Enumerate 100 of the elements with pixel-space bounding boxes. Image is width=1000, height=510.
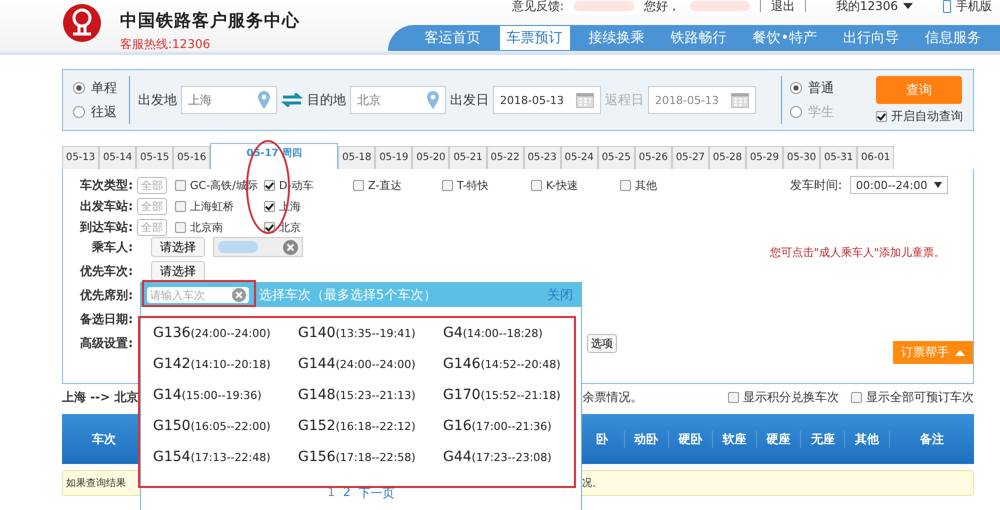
blurred-block xyxy=(218,241,258,253)
hotline-text: 客服热线:12306 xyxy=(120,36,212,53)
origin-field[interactable]: 上海 xyxy=(181,86,277,114)
filter-label: 出发车站: xyxy=(79,198,133,214)
blurred-block xyxy=(690,1,750,11)
column-header: 备注 xyxy=(888,430,974,448)
column-header: 卧 xyxy=(595,430,610,448)
date-tab[interactable]: 05-27 xyxy=(672,146,709,169)
site-title: 中国铁路客户服务中心 xyxy=(120,10,300,32)
select-train-button[interactable]: 请选择 xyxy=(151,261,205,281)
header-text: 您好， xyxy=(644,0,680,14)
display-option-checkbox[interactable]: 显示全部可预订车次 xyxy=(851,388,974,406)
filter-checkbox[interactable]: 其他 xyxy=(620,178,709,192)
date-tab[interactable]: 06-01 xyxy=(857,146,894,169)
location-pin-icon xyxy=(258,91,270,109)
date-tab[interactable]: 05-21 xyxy=(449,146,486,169)
train-option[interactable]: G170(15:52--21:18) xyxy=(443,387,583,403)
filter-label: 发车时间: xyxy=(790,176,842,194)
filter-checkbox[interactable]: 北京 xyxy=(264,220,353,234)
route-text: 上海 --> 北京 xyxy=(62,388,138,406)
column-header: 无座 xyxy=(800,430,844,448)
clear-icon[interactable] xyxy=(283,240,298,254)
filter-label: 优先席别: xyxy=(78,286,133,304)
display-option-checkbox[interactable]: 显示积分兑换车次 xyxy=(728,388,839,406)
caret-icon xyxy=(934,182,942,188)
select-passenger-button[interactable]: 请选择 xyxy=(151,237,205,257)
nav-item[interactable]: 车票预订 xyxy=(500,26,570,50)
train-option[interactable]: G156(17:18--22:58) xyxy=(298,449,443,465)
train-option[interactable]: G44(17:23--23:08) xyxy=(443,449,583,465)
notice-text: 况。 xyxy=(582,477,602,490)
date-tab[interactable]: 05-31 xyxy=(820,146,858,169)
train-option[interactable]: G144(24:00--24:00) xyxy=(298,356,443,372)
filter-checkbox[interactable]: 北京南 xyxy=(175,220,264,234)
next-page-link[interactable]: 下一页 xyxy=(358,485,395,502)
train-option[interactable]: G146(14:52--20:48) xyxy=(443,356,583,372)
clear-icon[interactable] xyxy=(232,288,246,302)
date-tab[interactable]: 05-18 xyxy=(338,146,376,169)
swap-icon[interactable] xyxy=(281,93,303,107)
train-option[interactable]: G140(13:35--19:41) xyxy=(298,325,443,341)
filter-label: 优先车次: xyxy=(78,262,133,280)
filter-label: 备选日期: xyxy=(79,310,133,328)
filter-checkbox[interactable]: Z-直达 xyxy=(353,178,442,192)
filter-checkbox[interactable]: T-特快 xyxy=(442,178,531,192)
result-note: 余票情况。 xyxy=(582,388,642,406)
date-tab[interactable]: 05-28 xyxy=(708,146,746,169)
notice-text: 如果查询结果 xyxy=(66,476,126,490)
field-label: 出发地 xyxy=(138,92,177,109)
date-tab[interactable]: 05-25 xyxy=(598,146,635,169)
popup-title: 选择车次（最多选择5个车次） xyxy=(259,287,436,304)
date-tab[interactable]: 05-29 xyxy=(746,146,783,169)
train-option[interactable]: G136(24:00--24:00) xyxy=(153,325,298,341)
caret-icon xyxy=(903,3,913,9)
field-label: 返程日 xyxy=(605,92,644,109)
calendar-icon xyxy=(731,92,749,108)
auto-query-checkbox[interactable]: 开启自动查询 xyxy=(876,108,963,124)
train-option[interactable]: G154(17:13--22:48) xyxy=(153,449,298,465)
train-option[interactable]: G142(14:10--20:18) xyxy=(153,356,298,372)
train-option[interactable]: G14(15:00--19:36) xyxy=(153,387,298,403)
train-option[interactable]: G148(15:23--21:13) xyxy=(298,387,443,403)
train-option[interactable]: G150(16:05--22:00) xyxy=(153,418,298,434)
column-header: 硬座 xyxy=(756,430,800,448)
date-tab[interactable]: 05-20 xyxy=(412,146,450,169)
filter-checkbox[interactable]: K-快速 xyxy=(531,178,620,192)
date-tab[interactable]: 05-16 xyxy=(173,146,210,169)
date-tab[interactable]: 05-26 xyxy=(634,146,672,169)
filter-checkbox[interactable]: 上海虹桥 xyxy=(175,198,264,214)
location-pin-icon xyxy=(427,91,439,109)
column-header: 软座 xyxy=(712,430,756,448)
date-tab[interactable]: 05-13 xyxy=(62,146,100,169)
filter-label: 高级设置: xyxy=(79,334,133,352)
column-header: 动卧 xyxy=(624,430,668,448)
date-tab[interactable]: 05-23 xyxy=(524,146,561,169)
date-tab[interactable]: 05-24 xyxy=(560,146,598,169)
column-header: 车次 xyxy=(91,430,118,448)
date-tab[interactable]: 05-15 xyxy=(136,146,174,169)
field-label: 目的地 xyxy=(307,92,346,109)
date-tab[interactable]: 05-30 xyxy=(783,146,820,169)
ticket-type-radio[interactable]: 普通 xyxy=(790,79,838,97)
train-option[interactable]: G4(14:00--18:28) xyxy=(443,325,583,341)
column-header: 硬卧 xyxy=(668,430,712,448)
trip-type-radio[interactable]: 单程 xyxy=(73,79,121,97)
column-header: 其他 xyxy=(844,430,889,448)
phone-icon xyxy=(943,0,951,12)
destination-field[interactable]: 北京 xyxy=(350,86,446,114)
filter-label: 到达车站: xyxy=(78,218,133,236)
date-tab[interactable]: 05-19 xyxy=(375,146,412,169)
calendar-icon xyxy=(576,92,594,108)
trip-type-radio[interactable]: 往返 xyxy=(73,103,121,121)
date-tab[interactable]: 05-14 xyxy=(99,146,136,169)
caret-up-icon xyxy=(955,350,965,356)
date-field[interactable]: 2018-05-13 xyxy=(493,86,601,114)
departure-time-select[interactable]: 00:00--24:00 xyxy=(850,176,948,194)
date-tab[interactable]: 05-22 xyxy=(486,146,524,169)
train-option[interactable]: G152(16:18--22:12) xyxy=(298,418,443,434)
blurred-block xyxy=(574,1,634,11)
train-option[interactable]: G16(17:00--21:36) xyxy=(443,418,583,434)
filter-label: 乘车人: xyxy=(91,238,133,256)
options-button[interactable]: 选项 xyxy=(587,334,617,352)
logo-icon xyxy=(62,3,102,43)
filter-label: 车次类型: xyxy=(79,176,133,194)
